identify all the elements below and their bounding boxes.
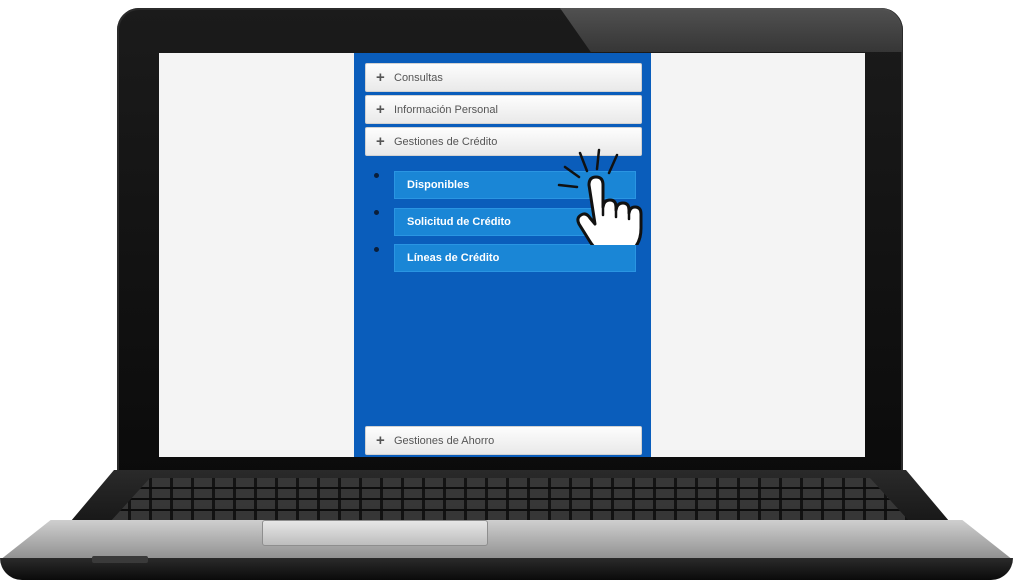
credit-submenu: Disponibles Solicitud de Crédito Líneas … [354, 53, 651, 457]
lid-reflection [560, 8, 902, 52]
submenu-item-label: Disponibles [407, 179, 470, 191]
sidebar-menu: + Consultas + Información Personal + Ges… [354, 53, 651, 457]
hand-pointer-icon [557, 148, 643, 245]
bullet-icon [374, 210, 379, 215]
plus-icon: + [376, 432, 385, 449]
submenu-item-lineas-de-credito[interactable]: Líneas de Crédito [394, 244, 636, 272]
bullet-icon [374, 247, 379, 252]
touchpad [262, 520, 488, 546]
laptop-screen: + Consultas + Información Personal + Ges… [159, 53, 865, 457]
menu-item-label: Gestiones de Ahorro [394, 434, 495, 447]
menu-item-gestiones-de-ahorro[interactable]: + Gestiones de Ahorro [365, 426, 642, 455]
laptop-bottom-edge [0, 558, 1013, 580]
bullet-icon [374, 173, 379, 178]
palm-rest [0, 520, 1013, 560]
submenu-item-label: Líneas de Crédito [407, 252, 500, 264]
keyboard-rows [110, 478, 910, 522]
side-port [92, 556, 148, 563]
submenu-item-label: Solicitud de Crédito [407, 216, 511, 228]
